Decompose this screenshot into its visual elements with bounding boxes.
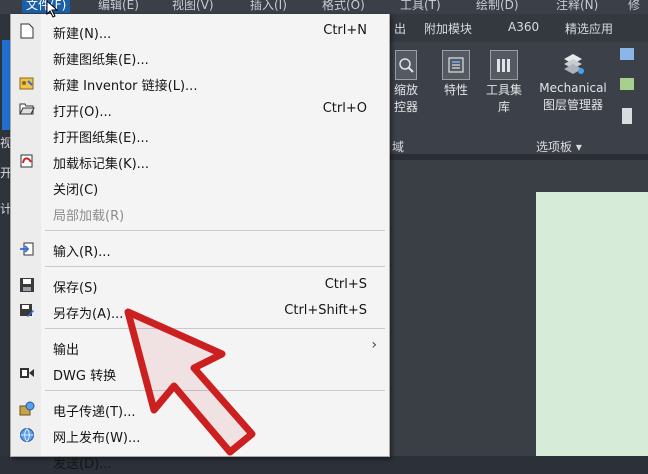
toolset-library-icon [490, 50, 518, 80]
dwg-convert-icon [19, 365, 35, 381]
menu-view[interactable]: 视图(V) [172, 0, 214, 13]
new-document-icon [19, 23, 35, 39]
menu-item-label: 打开(O)... [53, 105, 112, 120]
menu-item-open-sheet-set[interactable]: 打开图纸集(E)... [11, 122, 389, 148]
shortcut-text: Ctrl+O [322, 101, 367, 116]
menu-draw[interactable]: 绘制(D) [476, 0, 519, 13]
menu-item-new-inventor-link[interactable]: 新建 Inventor 链接(L)... [11, 70, 389, 96]
menu-item-label: 新建(N)... [53, 27, 112, 42]
layer-manager-icon [560, 50, 586, 78]
etransmit-icon [19, 401, 35, 417]
layer-manager-tool[interactable]: Mechanical 图层管理器 [530, 50, 616, 114]
menu-item-label: 新建 Inventor 链接(L)... [53, 79, 198, 94]
import-icon [19, 241, 35, 257]
menu-insert[interactable]: 插入(I) [250, 0, 287, 13]
small-tool-icon[interactable] [620, 48, 634, 60]
panel-label-palettes[interactable]: 选项板 ▾ [536, 138, 582, 155]
menu-item-import[interactable]: 输入(R)... [11, 236, 389, 262]
properties-icon [442, 50, 470, 80]
menu-item-label: 保存(S) [53, 281, 98, 296]
menu-item-label: 打开图纸集(E)... [53, 131, 149, 146]
menu-separator [45, 230, 385, 231]
sidebar-highlight [2, 40, 10, 130]
menu-item-label: 加载标记集(K)... [53, 157, 150, 172]
menu-bar: 文件(F) 编辑(E) 视图(V) 插入(I) 格式(O) 工具(T) 绘制(D… [0, 0, 648, 14]
menu-item-open[interactable]: 打开(O)... Ctrl+O [11, 96, 389, 122]
small-tool-icon[interactable] [620, 78, 634, 90]
save-as-icon [19, 303, 35, 319]
menu-edit[interactable]: 编辑(E) [98, 0, 139, 13]
menu-tools[interactable]: 工具(T) [400, 0, 441, 13]
menu-item-label: 局部加载(R) [53, 209, 125, 224]
toolset-library-tool[interactable]: 工具集 库 [480, 50, 528, 116]
menu-item-new[interactable]: 新建(N)... Ctrl+N [11, 18, 389, 44]
menu-item-save[interactable]: 保存(S) Ctrl+S [11, 272, 389, 298]
shortcut-text: Ctrl+Shift+S [284, 303, 367, 318]
tab-a360[interactable]: A360 [508, 20, 539, 34]
markup-set-icon [19, 153, 35, 169]
tab-addins[interactable]: 附加模块 [424, 20, 472, 37]
menu-item-load-markup-set[interactable]: 加载标记集(K)... [11, 148, 389, 174]
menu-format[interactable]: 格式(O) [322, 0, 365, 13]
inventor-link-icon [19, 75, 35, 91]
tool-label: 缩放 控器 [393, 83, 418, 114]
tool-label: 特性 [443, 83, 468, 97]
menu-item-label: 关闭(C) [53, 183, 99, 198]
mouse-pointer-icon [46, 0, 59, 18]
menu-item-close[interactable]: 关闭(C) [11, 174, 389, 200]
open-folder-icon [19, 101, 35, 117]
tab-output[interactable]: 出 [394, 20, 406, 37]
properties-tool[interactable]: 特性 [434, 50, 478, 99]
small-tool-icon[interactable] [622, 108, 632, 124]
shortcut-text: Ctrl+S [324, 277, 367, 292]
zoom-controller-tool[interactable]: 缩放 控器 [386, 50, 426, 116]
menu-item-partial-load: 局部加载(R) [11, 200, 389, 226]
tool-label: 工具集 库 [485, 83, 522, 114]
menu-item-label: 新建图纸集(E)... [53, 53, 149, 68]
panel-label-zoom: 域 [392, 140, 405, 154]
menu-annotate[interactable]: 注释(N) [556, 0, 598, 13]
ribbon-tabs: 出 附加模块 A360 精选应用 [380, 14, 648, 42]
menu-item-label: 另存为(A)... [53, 307, 124, 322]
save-icon [19, 277, 35, 293]
menu-modify[interactable]: 修 [628, 0, 640, 13]
chevron-right-icon: › [371, 337, 377, 353]
shortcut-text: Ctrl+N [323, 23, 367, 38]
menu-item-label: 输出 [53, 343, 80, 358]
menu-item-new-sheet-set[interactable]: 新建图纸集(E)... [11, 44, 389, 70]
menu-item-label: DWG 转换 [53, 369, 117, 384]
tab-featured-apps[interactable]: 精选应用 [565, 20, 613, 37]
menu-separator [45, 266, 385, 267]
menu-item-label: 输入(R)... [53, 245, 111, 260]
tool-label: Mechanical 图层管理器 [539, 81, 607, 112]
zoom-controller-icon [395, 50, 417, 80]
red-arrow-annotation-icon [124, 308, 256, 456]
model-viewport[interactable] [536, 192, 648, 456]
publish-web-icon [19, 427, 35, 443]
